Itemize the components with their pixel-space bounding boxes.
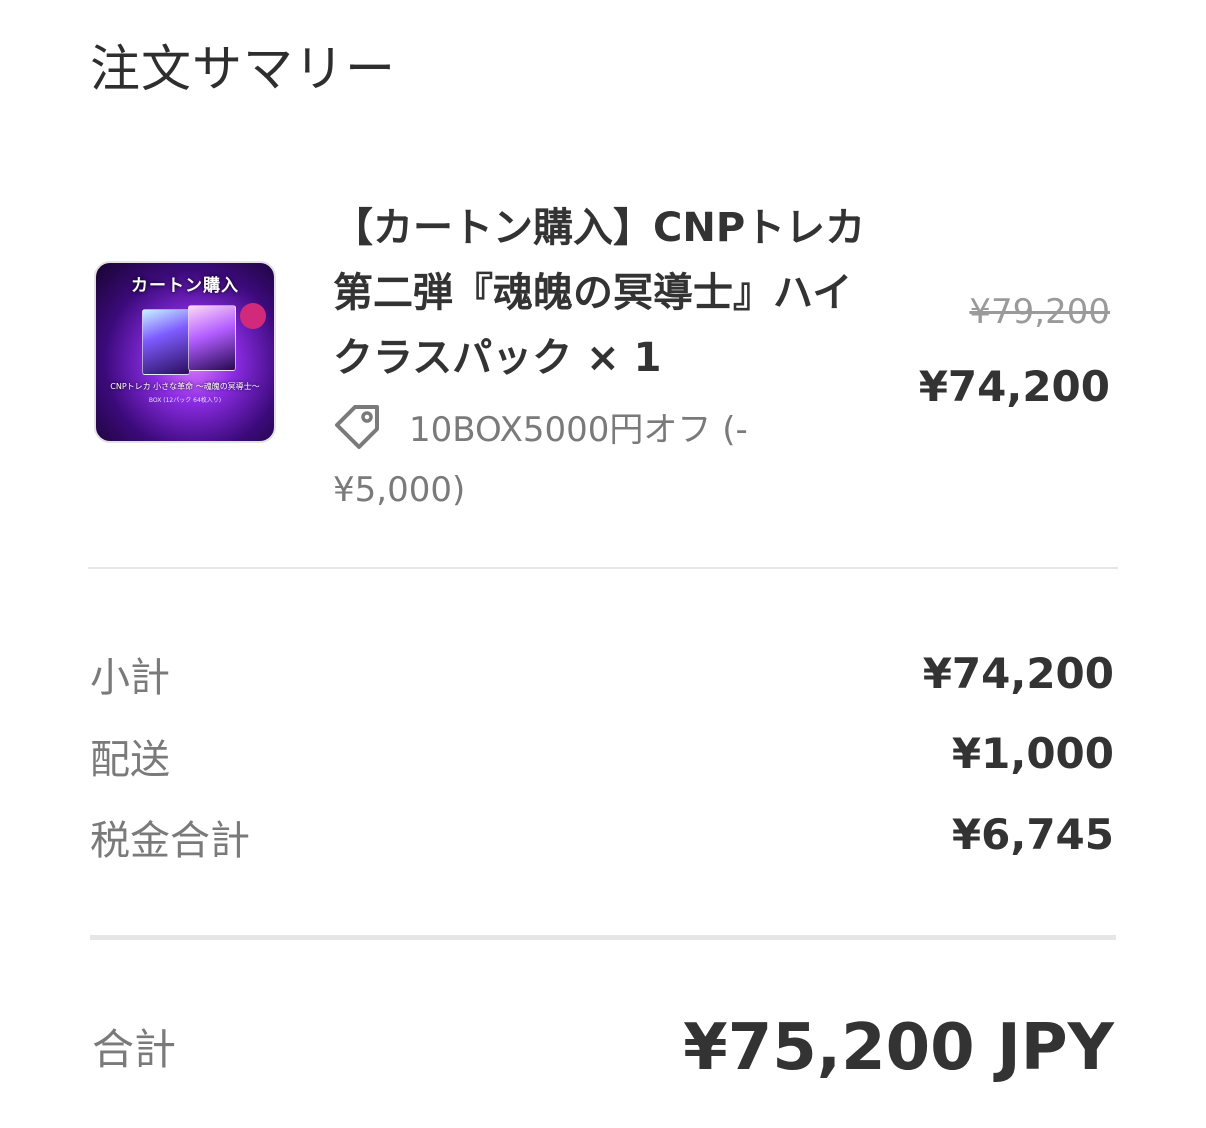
product-quantity: × 1 [586,335,662,381]
tax-label: 税金合計 [90,818,250,864]
order-summary: 注文サマリー カートン購入 CNPトレカ 小さな革命 ～魂魄の冥導士～ BOX … [0,0,1206,1128]
discounted-price: ¥74,200 [918,362,1110,411]
tax-value: ¥6,745 [951,810,1114,859]
thumbnail-heading: カートン購入 [131,276,239,296]
thumbnail-caption: CNPトレカ 小さな革命 ～魂魄の冥導士～ [110,382,260,391]
divider [90,935,1116,940]
tag-icon [335,405,379,449]
subtotal-label: 小計 [90,655,170,701]
total-value: ¥75,200 JPY [683,1011,1114,1085]
subtotal-value: ¥74,200 [922,649,1114,698]
discount-line: 10BOX5000円オフ (-¥5,000) [333,400,853,520]
product-box-image [188,305,236,371]
product-name: 【カートン購入】CNPトレカ第二弾『魂魄の冥導士』ハイクラスパック × 1 [333,196,878,391]
shipping-value: ¥1,000 [951,729,1114,778]
discount-label: 10BOX5000円オフ (-¥5,000) [333,410,748,510]
divider [88,567,1118,569]
shipping-label: 配送 [90,737,170,783]
thumbnail-subcaption: BOX (12パック 64枚入り) [148,397,222,404]
promo-badge [240,303,266,329]
product-thumbnail[interactable]: カートン購入 CNPトレカ 小さな革命 ～魂魄の冥導士～ BOX (12パック … [94,261,276,443]
product-box-image [142,309,190,375]
page-title: 注文サマリー [90,40,396,98]
original-price: ¥79,200 [969,292,1110,332]
total-label: 合計 [92,1025,177,1074]
